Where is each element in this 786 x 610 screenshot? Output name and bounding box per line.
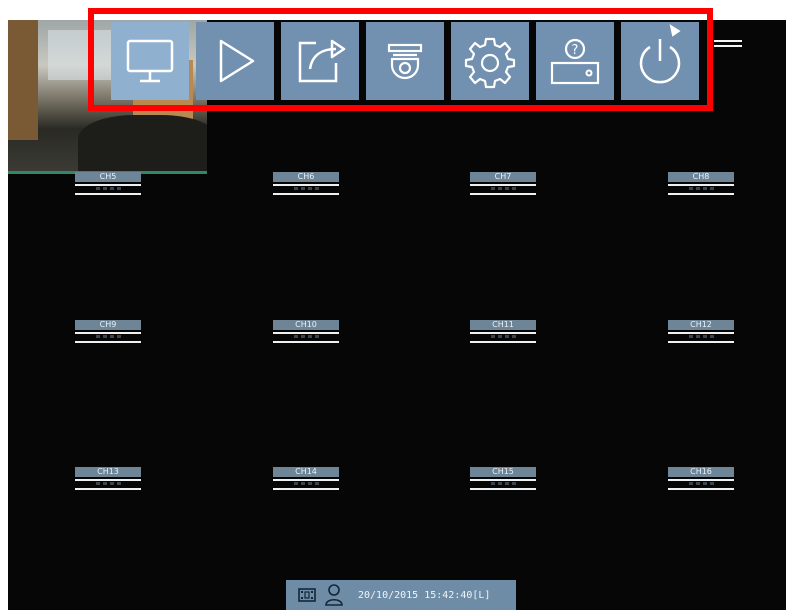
status-bar: 20/10/2015 15:42:40[L]: [286, 580, 516, 610]
channel-tile[interactable]: CH7: [470, 172, 536, 195]
channel-tile[interactable]: CH9: [75, 320, 141, 343]
channel-label: CH11: [470, 320, 536, 330]
channel-tile[interactable]: CH14: [273, 467, 339, 490]
channel-label: CH6: [273, 172, 339, 182]
playback-button[interactable]: [196, 22, 274, 100]
channel-label: CH9: [75, 320, 141, 330]
shutdown-button[interactable]: [621, 22, 699, 100]
user-icon[interactable]: [324, 583, 344, 607]
film-icon[interactable]: [298, 587, 316, 603]
channel-label: CH12: [668, 320, 734, 330]
live-view-button[interactable]: [111, 22, 189, 100]
dome-camera-icon: [387, 43, 423, 80]
hdd-help-icon: ?: [550, 38, 600, 85]
channel-label: CH13: [75, 467, 141, 477]
channel-tile[interactable]: CH5: [75, 172, 141, 195]
monitor-icon: [126, 39, 174, 83]
channel-tile[interactable]: CH13: [75, 467, 141, 490]
channel-tile[interactable]: CH8: [668, 172, 734, 195]
play-icon: [219, 39, 255, 83]
channel-label: CH14: [273, 467, 339, 477]
channel-label: CH10: [273, 320, 339, 330]
feed-window: [48, 30, 118, 80]
channel-tile[interactable]: CH15: [470, 467, 536, 490]
channel-tile[interactable]: CH10: [273, 320, 339, 343]
svg-text:?: ?: [572, 43, 579, 58]
export-icon: [298, 39, 346, 83]
power-icon: [639, 39, 681, 84]
channel-label: CH15: [470, 467, 536, 477]
export-button[interactable]: [281, 22, 359, 100]
dvr-screen: [8, 20, 786, 610]
channel-tile[interactable]: CH16: [668, 467, 734, 490]
status-datetime: 20/10/2015 15:42:40[L]: [358, 589, 491, 601]
channel-label: CH5: [75, 172, 141, 182]
channel-tile[interactable]: CH12: [668, 320, 734, 343]
top-right-indicator: [714, 40, 742, 50]
feed-shelf: [8, 20, 38, 140]
settings-button[interactable]: [451, 22, 529, 100]
channel-tile[interactable]: CH11: [470, 320, 536, 343]
channel-label: CH8: [668, 172, 734, 182]
ptz-button[interactable]: [366, 22, 444, 100]
channel-tile[interactable]: CH6: [273, 172, 339, 195]
main-menu: ?: [111, 22, 699, 100]
channel-label: CH16: [668, 467, 734, 477]
help-button[interactable]: ?: [536, 22, 614, 100]
gear-icon: [464, 37, 516, 89]
channel-label: CH7: [470, 172, 536, 182]
feed-desk: [78, 115, 207, 171]
